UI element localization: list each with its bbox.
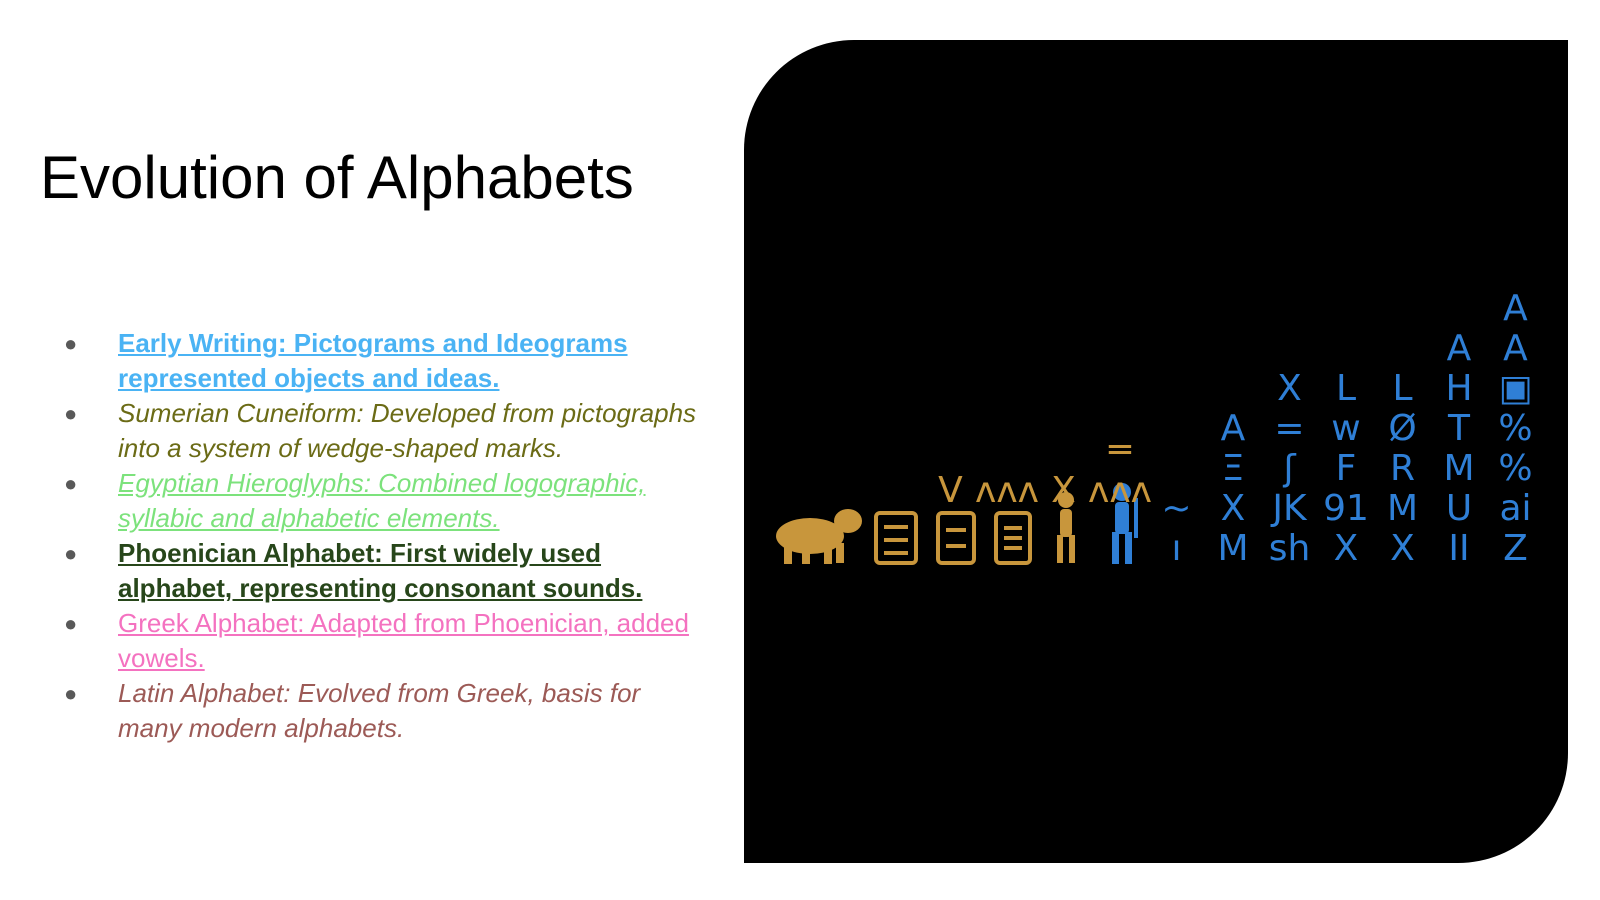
bullet-item-early-writing: ● Early Writing: Pictograms and Ideogram… (60, 326, 700, 396)
glyph-10-2: T (1447, 408, 1471, 449)
glyph-3-0: X (1051, 470, 1076, 511)
bullet-link-early-writing[interactable]: Early Writing: Pictograms and Ideograms … (118, 328, 628, 393)
slide: Evolution of Alphabets ● Early Writing: … (0, 0, 1600, 900)
bullet-dot: ● (64, 471, 78, 496)
glyph-4-1: ʌʌʌ (1088, 470, 1152, 511)
glyph-10-4: U (1446, 488, 1472, 529)
bullet-item-sumerian: ● Sumerian Cuneiform: Developed from pic… (60, 396, 700, 466)
glyph-11-5: ai (1499, 488, 1531, 529)
glyph-8-4: X (1334, 528, 1359, 569)
glyph-7-3: JK (1270, 488, 1308, 529)
pictogram-tablets-icon (874, 511, 1032, 565)
bullet-dot: ● (64, 541, 78, 566)
glyph-2-0: ʌʌʌ (975, 470, 1039, 511)
bullet-list: ● Early Writing: Pictograms and Ideogram… (60, 326, 700, 746)
glyph-10-0: A (1447, 328, 1472, 369)
glyph-9-2: R (1390, 448, 1415, 489)
glyph-6-3: M (1217, 528, 1248, 569)
bullet-dot: ● (64, 401, 78, 426)
glyph-9-4: X (1390, 528, 1415, 569)
glyph-7-4: sh (1269, 528, 1311, 569)
glyph-10-3: M (1443, 448, 1474, 489)
glyph-9-0: L (1392, 368, 1412, 409)
glyph-6-2: X (1221, 488, 1246, 529)
bullet-text-latin: Latin Alphabet: Evolved from Greek, basi… (118, 678, 641, 743)
glyph-4-0: ═ (1108, 430, 1132, 471)
glyph-10-1: H (1445, 368, 1472, 409)
bullet-dot: ● (64, 331, 78, 356)
glyph-7-0: X (1277, 368, 1302, 409)
alphabet-evolution-illustration: Vʌʌʌ X═ʌʌʌ ~ıAΞXMX=ʃJKshLwF91XLØRMXAHTMUII… (776, 288, 1533, 569)
glyph-9-1: Ø (1388, 408, 1416, 449)
bullet-item-greek: ● Greek Alphabet: Adapted from Phoenicia… (60, 606, 700, 676)
alphabet-evolution-image: Vʌʌʌ X ═ ʌʌʌ ~ ı A Ξ X M X = ʃ JK sh Lw F 91 X L Ø R M X A H T M U II… (744, 40, 1568, 863)
bullet-text-sumerian: Sumerian Cuneiform: Developed from picto… (118, 398, 697, 463)
glyph-7-2: ʃ (1282, 448, 1296, 489)
bullet-item-phoenician: ● Phoenician Alphabet: First widely used… (60, 536, 700, 606)
glyph-8-0: L (1336, 368, 1356, 409)
bullet-link-phoenician[interactable]: Phoenician Alphabet: First widely used a… (118, 538, 642, 603)
glyph-11-1: A (1503, 328, 1528, 369)
bullet-link-greek[interactable]: Greek Alphabet: Adapted from Phoenician,… (118, 608, 689, 673)
glyph-6-0: A (1221, 408, 1246, 449)
glyph-11-3: % (1498, 408, 1532, 449)
slide-title: Evolution of Alphabets (40, 144, 634, 211)
glyph-1-0: V (938, 470, 963, 511)
glyph-8-2: F (1336, 448, 1357, 489)
glyph-5-1: ı (1171, 528, 1181, 569)
bullet-dot: ● (64, 611, 78, 636)
glyph-8-3: 91 (1323, 488, 1369, 529)
bullet-item-egyptian: ● Egyptian Hieroglyphs: Combined logogra… (60, 466, 700, 536)
glyph-6-1: Ξ (1222, 448, 1245, 489)
pictogram-animal-icon (776, 509, 862, 564)
glyph-11-4: % (1498, 448, 1532, 489)
glyph-7-1: = (1274, 408, 1304, 449)
bullet-dot: ● (64, 681, 78, 706)
glyph-9-3: M (1387, 488, 1418, 529)
glyph-11-0: A (1503, 288, 1528, 329)
bullet-link-egyptian[interactable]: Egyptian Hieroglyphs: Combined logograph… (118, 468, 646, 533)
glyph-8-1: w (1331, 408, 1360, 449)
glyph-10-5: II (1448, 528, 1469, 569)
glyph-5-0: ~ (1161, 488, 1191, 529)
glyph-11-2: ▣ (1498, 368, 1532, 409)
glyph-11-6: Z (1503, 528, 1528, 569)
glyph-columns: Vʌʌʌ X═ʌʌʌ ~ıAΞXMX=ʃJKshLwF91XLØRMXAHTMUII… (938, 288, 1532, 569)
bullet-item-latin: ● Latin Alphabet: Evolved from Greek, ba… (60, 676, 700, 746)
